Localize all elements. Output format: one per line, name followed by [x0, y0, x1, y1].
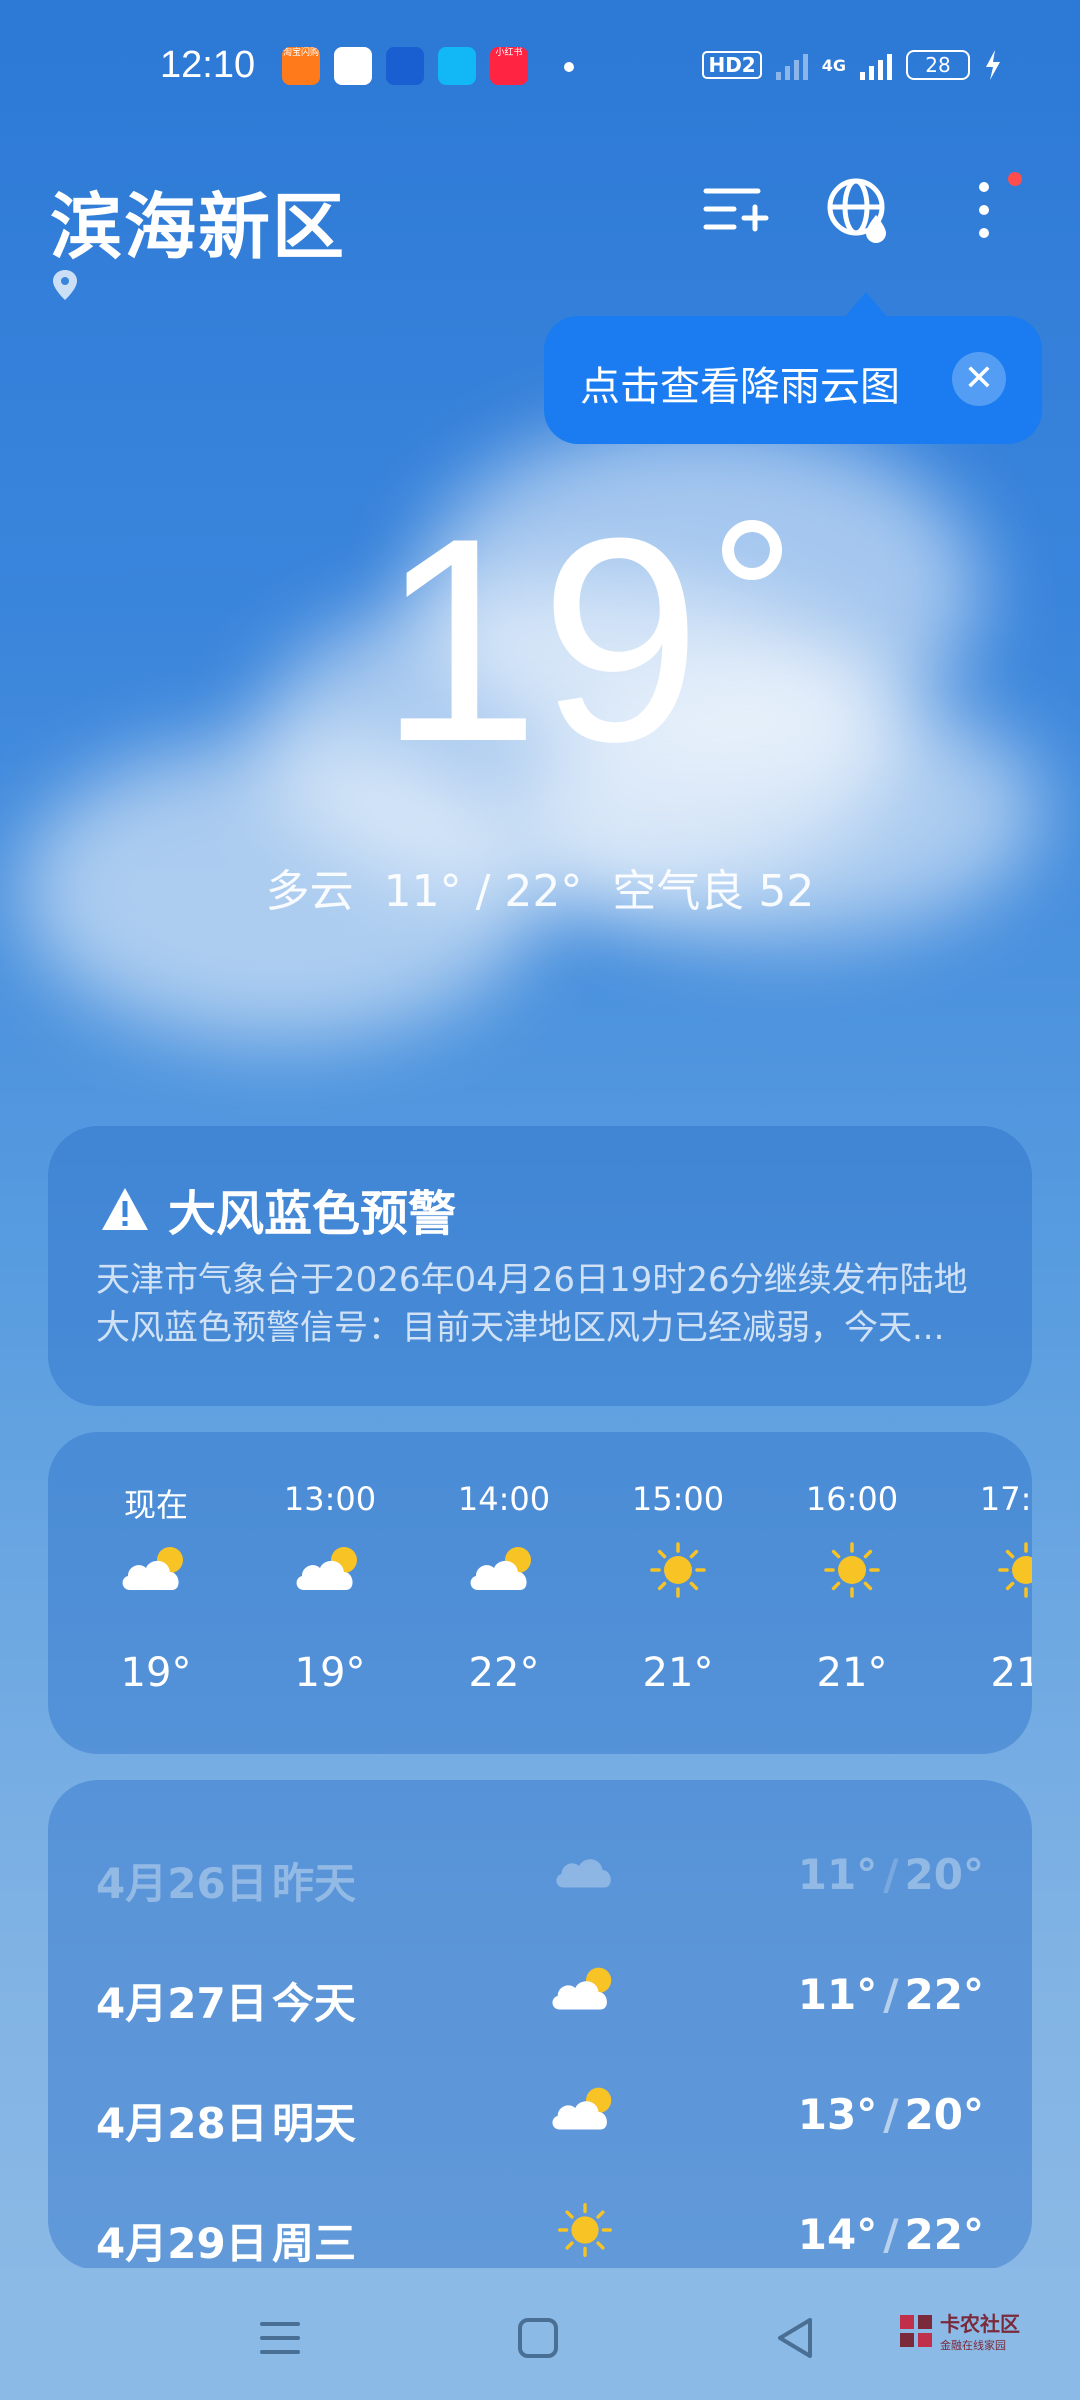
charging-icon [986, 50, 1000, 80]
daily-date: 4月28日 [96, 2099, 268, 2148]
watermark: 卡农社区 金融在线家园 [898, 2308, 1020, 2353]
daily-range: 11°/20° [798, 1850, 984, 1899]
daily-forecast-card[interactable]: 4月26日 昨天 11°/20° 4月27日 今天 11°/22° 4月28日 明天 13°/2… [48, 1780, 1032, 2270]
daily-weekday: 周三 [272, 2219, 357, 2268]
status-time: 12:10 [160, 44, 256, 86]
daily-row[interactable]: 4月26日 昨天 11°/20° [48, 1840, 1032, 1920]
daily-date: 4月29日 [96, 2219, 268, 2268]
signal-sim2-icon [860, 50, 892, 80]
tooltip-close-button[interactable]: ✕ [952, 352, 1006, 406]
sunny-icon [990, 1540, 1032, 1600]
hourly-temp: 21° [642, 1650, 714, 1696]
partly-cloudy-icon [294, 1540, 366, 1600]
daily-row[interactable]: 4月29日 周三 14°/22° [48, 2200, 1032, 2270]
back-icon[interactable] [766, 2308, 826, 2368]
partly-cloudy-icon [550, 1960, 620, 2020]
daily-high: 20° [904, 1850, 984, 1899]
alert-line-2: 大风蓝色预警信号：目前天津地区风力已经减弱，今天... [96, 1308, 945, 1348]
hourly-temp: 21° [816, 1650, 888, 1696]
current-condition: 多云 [265, 866, 354, 917]
location-pin-icon [53, 270, 77, 300]
home-icon[interactable] [508, 2308, 568, 2368]
sunny-icon [550, 2200, 620, 2260]
hourly-time: 14:00 [457, 1480, 551, 1518]
hourly-temp: 21° [990, 1650, 1032, 1696]
alert-line-1: 天津市气象台于2026年04月26日19时26分继续发布陆地 [96, 1260, 968, 1300]
air-quality[interactable]: 空气良 52 [612, 866, 814, 917]
warning-icon [102, 1188, 148, 1230]
daily-high: 20° [904, 2090, 984, 2139]
daily-row[interactable]: 4月28日 明天 13°/20° [48, 2080, 1032, 2160]
hourly-temp: 19° [120, 1650, 192, 1696]
daily-row[interactable]: 4月27日 今天 11°/22° [48, 1960, 1032, 2040]
range-separator: / [883, 2210, 899, 2259]
hourly-temp: 19° [294, 1650, 366, 1696]
partly-cloudy-icon [120, 1540, 192, 1600]
sunny-icon [642, 1540, 714, 1600]
temperature-range: 11° / 22° [383, 866, 583, 917]
daily-weekday: 今天 [272, 1979, 357, 2028]
battery-icon: 28 [906, 50, 970, 80]
alert-title-text: 大风蓝色预警 [168, 1186, 457, 1242]
rain-map-globe-icon[interactable] [824, 175, 894, 245]
recent-apps-icon[interactable] [250, 2308, 310, 2368]
city-manage-icon[interactable] [700, 175, 770, 245]
range-separator: / [883, 1970, 899, 2019]
sunny-icon [816, 1540, 888, 1600]
daily-range: 14°/22° [798, 2210, 984, 2259]
status-bar: 12:10 淘宝闪购 小红书 HD2 4G 28 [0, 0, 1080, 135]
daily-weekday: 明天 [272, 2099, 357, 2148]
signal-sim1-icon [775, 50, 808, 80]
navigation-bar: 卡农社区 金融在线家园 [0, 2268, 1080, 2400]
hourly-time: 17:00 [979, 1480, 1032, 1518]
avatar-app-icon [334, 47, 372, 85]
daily-low: 11° [797, 1850, 878, 1899]
watermark-logo-icon [900, 2314, 932, 2347]
more-notifications-dot [564, 62, 574, 72]
notification-dot [1008, 172, 1022, 186]
degree-symbol [722, 520, 782, 580]
alert-title: 大风蓝色预警 [100, 1174, 456, 1244]
daily-date: 4月26日 [96, 1859, 268, 1908]
hourly-time: 16:00 [805, 1480, 899, 1518]
hourly-time: 现在 [123, 1486, 188, 1524]
daily-high: 22° [904, 1970, 984, 2019]
daily-range: 11°/22° [798, 1970, 984, 2019]
range-separator: / [883, 1850, 899, 1899]
status-indicators: HD2 4G 28 [702, 50, 1002, 80]
daily-range: 13°/20° [798, 2090, 984, 2139]
xiaohongshu-icon: 小红书 [490, 47, 528, 85]
partly-cloudy-icon [468, 1540, 540, 1600]
hd-call-icon: HD2 [702, 51, 762, 79]
hourly-temp: 22° [468, 1650, 540, 1696]
qq-icon [438, 47, 476, 85]
cloudy-icon [550, 1840, 620, 1900]
network-type-icon: 4G [821, 55, 846, 75]
tax-app-icon [386, 47, 424, 85]
weather-alert-card[interactable]: 大风蓝色预警 天津市气象台于2026年04月26日19时26分继续发布陆地 大风… [48, 1126, 1032, 1406]
alert-description: 天津市气象台于2026年04月26日19时26分继续发布陆地 大风蓝色预警信号：… [96, 1256, 986, 1352]
current-temperature: 19 [378, 478, 702, 802]
tooltip-text: 点击查看降雨云图 [580, 364, 900, 410]
partly-cloudy-icon [550, 2080, 620, 2140]
hourly-time: 13:00 [283, 1480, 377, 1518]
daily-low: 13° [797, 2090, 878, 2139]
daily-date: 4月27日 [96, 1979, 268, 2028]
hourly-time: 15:00 [631, 1480, 725, 1518]
daily-weekday: 昨天 [272, 1859, 357, 1908]
city-name[interactable]: 滨海新区 [50, 168, 346, 273]
watermark-title: 卡农社区 [940, 2312, 1020, 2336]
watermark-subtitle: 金融在线家园 [940, 2339, 1006, 2352]
daily-low: 14° [797, 2210, 878, 2259]
hourly-forecast-card[interactable]: 现在 19° 13:00 19° 14:00 22° 15:00 21° 16:00 21° 17:… [48, 1432, 1032, 1754]
rain-map-tooltip[interactable]: 点击查看降雨云图 ✕ [544, 292, 1042, 444]
taobao-flash-icon: 淘宝闪购 [282, 47, 320, 85]
daily-low: 11° [797, 1970, 878, 2019]
daily-high: 22° [904, 2210, 984, 2259]
range-separator: / [883, 2090, 899, 2139]
weather-summary: 多云 11° / 22° 空气良 52 [0, 855, 1080, 919]
